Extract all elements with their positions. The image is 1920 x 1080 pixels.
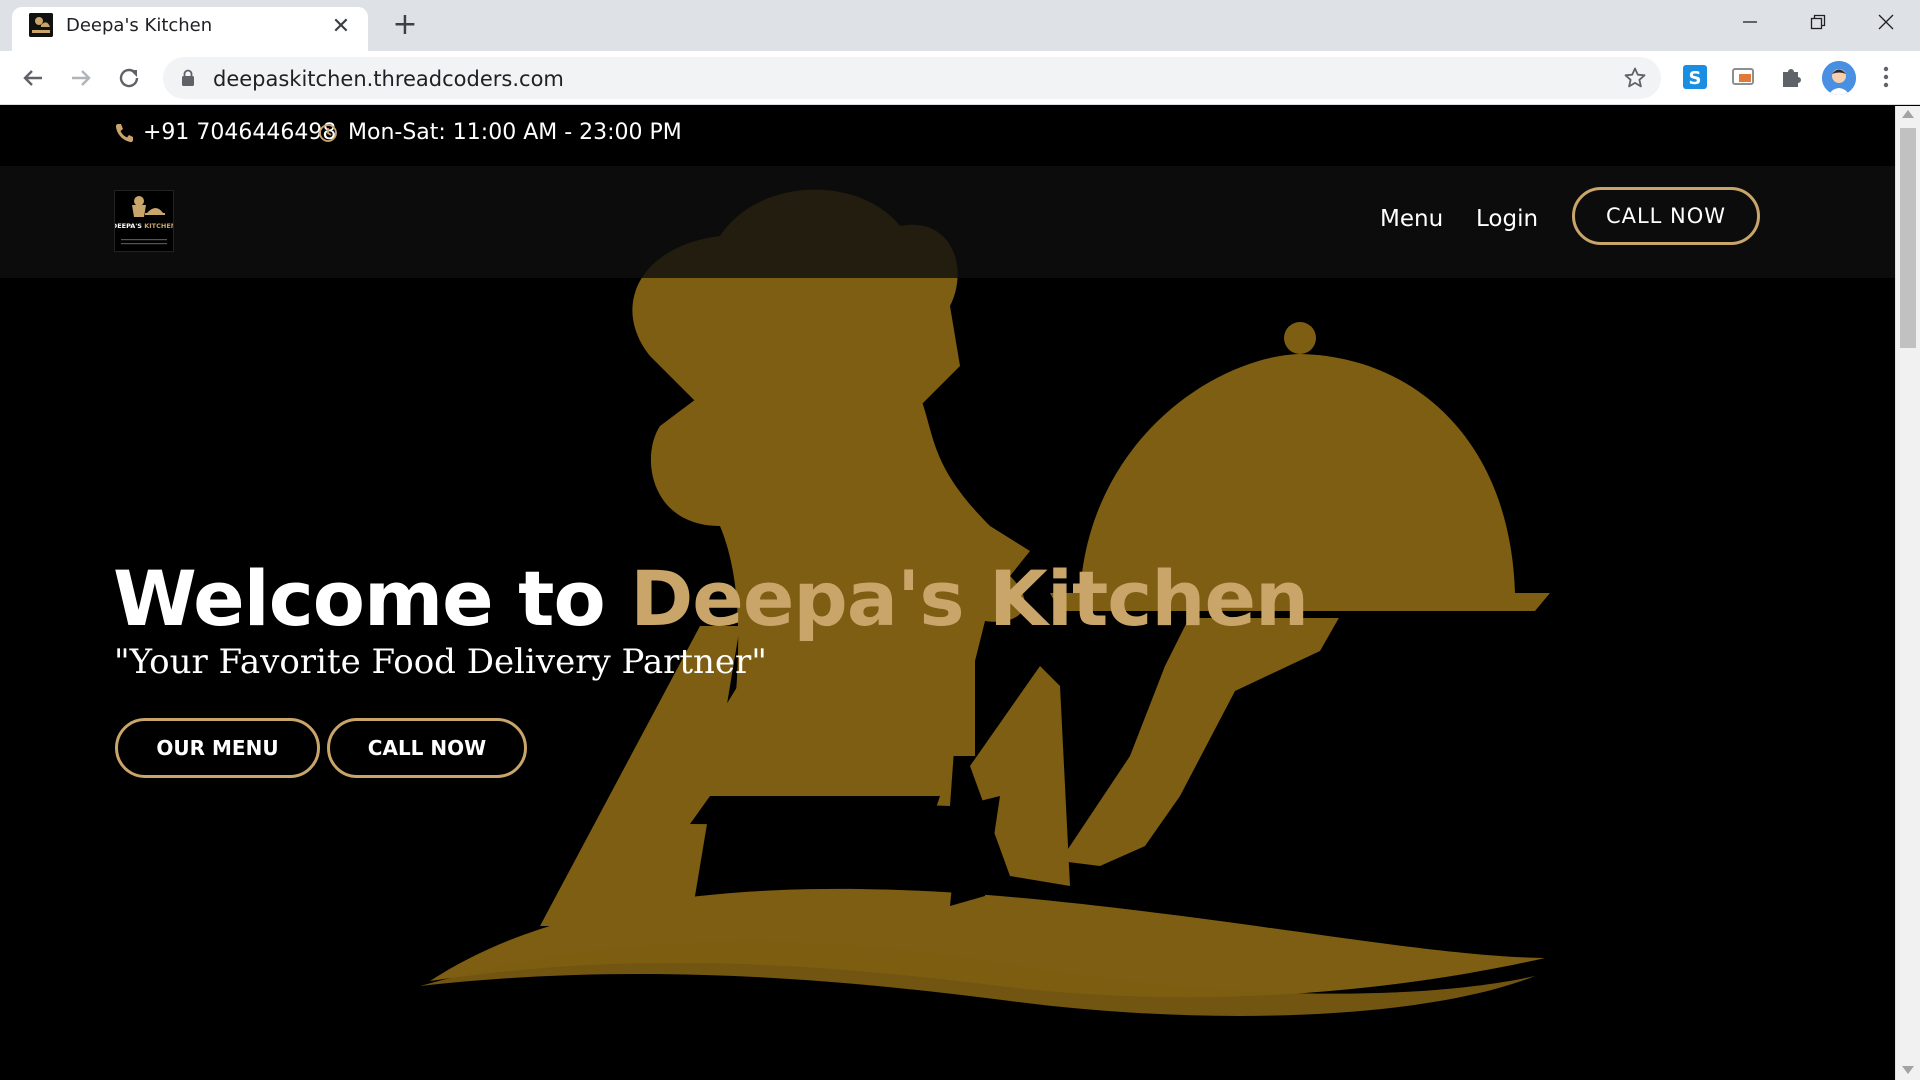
hero-tagline: "Your Favorite Food Delivery Partner"	[114, 642, 767, 682]
skype-extension-icon[interactable]: S	[1681, 63, 1709, 91]
minimize-window-icon[interactable]	[1716, 0, 1784, 44]
page-viewport: +91 7046446498 Mon-Sat: 11:00 AM - 23:00…	[0, 106, 1895, 1080]
browser-tabstrip: Deepa's Kitchen ✕ +	[0, 0, 1920, 51]
tab-title: Deepa's Kitchen	[66, 15, 213, 36]
tab-close-icon[interactable]: ✕	[328, 13, 354, 39]
restore-window-icon[interactable]	[1784, 0, 1852, 44]
address-bar[interactable]: deepaskitchen.threadcoders.com	[163, 57, 1661, 99]
phone-icon	[115, 123, 133, 142]
bookmark-star-icon[interactable]	[1623, 66, 1647, 90]
browser-tab[interactable]: Deepa's Kitchen ✕	[12, 7, 368, 51]
reload-icon[interactable]	[114, 63, 144, 93]
phone-number: +91 7046446498	[143, 120, 337, 145]
top-info-bar: +91 7046446498 Mon-Sat: 11:00 AM - 23:00…	[0, 106, 1895, 166]
nav-call-now-button[interactable]: CALL NOW	[1572, 187, 1760, 245]
hero-title-brand: Deepa's Kitchen	[630, 554, 1309, 643]
scroll-up-arrow-icon[interactable]	[1902, 110, 1914, 118]
browser-menu-icon[interactable]	[1876, 63, 1896, 91]
extensions-puzzle-icon[interactable]	[1777, 63, 1805, 91]
new-tab-button[interactable]: +	[390, 10, 420, 40]
svg-text:DEEPA'S KITCHEN: DEEPA'S KITCHEN	[115, 222, 173, 230]
hero-call-now-button[interactable]: CALL NOW	[327, 718, 527, 778]
scrollbar-thumb[interactable]	[1900, 128, 1916, 348]
browser-toolbar: deepaskitchen.threadcoders.com S	[0, 51, 1920, 105]
cast-extension-icon[interactable]	[1729, 63, 1757, 91]
lock-icon[interactable]	[181, 69, 195, 87]
hero-title: Welcome to Deepa's Kitchen	[113, 554, 1309, 643]
page-scrollbar[interactable]	[1895, 106, 1920, 1080]
nav-menu-link[interactable]: Menu	[1380, 206, 1443, 232]
url-text[interactable]: deepaskitchen.threadcoders.com	[213, 67, 564, 91]
forward-arrow-icon[interactable]	[66, 63, 96, 93]
nav-login-link[interactable]: Login	[1476, 206, 1538, 232]
our-menu-button[interactable]: OUR MENU	[115, 718, 320, 778]
back-arrow-icon[interactable]	[18, 63, 48, 93]
opening-hours-text: Mon-Sat: 11:00 AM - 23:00 PM	[348, 120, 682, 145]
phone-contact[interactable]: +91 7046446498	[115, 120, 336, 145]
brand-logo[interactable]: DEEPA'S KITCHEN	[112, 190, 176, 252]
scroll-down-arrow-icon[interactable]	[1902, 1066, 1914, 1074]
site-favicon-icon	[29, 13, 53, 37]
opening-hours: Mon-Sat: 11:00 AM - 23:00 PM	[318, 120, 682, 145]
svg-text:S: S	[1689, 68, 1702, 89]
profile-avatar[interactable]	[1822, 61, 1856, 95]
clock-icon	[319, 123, 337, 142]
close-window-icon[interactable]	[1852, 0, 1920, 44]
main-navbar: DEEPA'S KITCHEN Menu Login CALL NOW	[0, 166, 1895, 278]
hero-title-prefix: Welcome to	[113, 554, 631, 643]
